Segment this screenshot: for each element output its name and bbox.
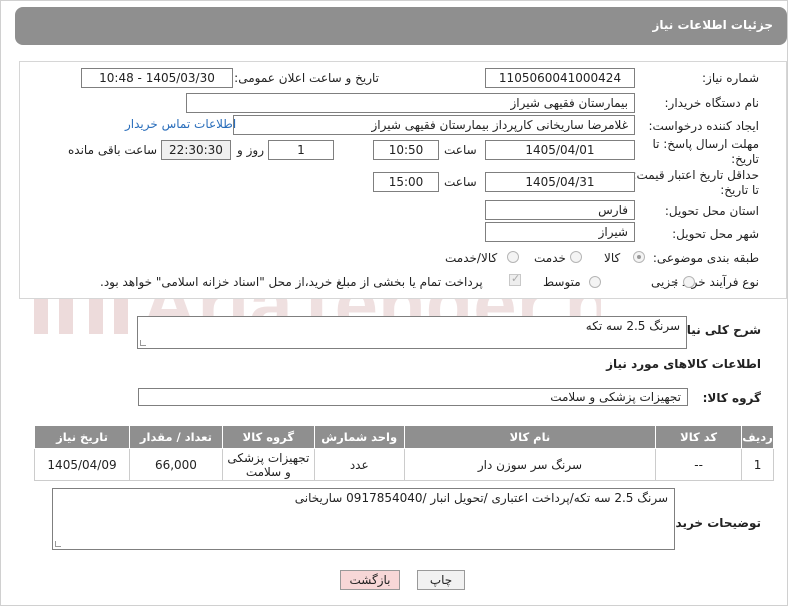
buyer-name-label: نام دستگاه خریدار: (664, 96, 760, 110)
deadline-days-label: روز و (237, 143, 264, 157)
need-number-field[interactable]: 1105060041000424 (485, 68, 635, 88)
category-radio-goods[interactable] (633, 251, 645, 263)
buyer-notes-field[interactable]: سرنگ 2.5 سه تکه/پرداخت اعتباری /تحویل ان… (52, 488, 675, 550)
page-title: جزئیات اطلاعات نیاز (652, 18, 773, 32)
need-description-label: شرح کلی نیاز: (675, 323, 761, 337)
cell-group: تجهیزات پزشکی و سلامت (221, 448, 315, 481)
treasury-payment-note: پرداخت تمام یا بخشی از مبلغ خرید،از محل … (100, 275, 483, 289)
buyer-name-field[interactable]: بیمارستان فقیهی شیراز (186, 93, 635, 113)
category-option-goods-service: کالا/خدمت (445, 251, 498, 265)
price-validity-time-field[interactable]: 15:00 (373, 172, 439, 192)
category-option-goods: کالا (604, 251, 621, 265)
col-header-date: تاریخ نیاز (33, 425, 131, 449)
back-button[interactable]: بازگشت (340, 570, 400, 590)
cell-row: 1 (741, 448, 774, 481)
page-frame: جزئیات اطلاعات نیاز AriaTender.neT شماره… (0, 0, 788, 606)
deadline-time-label: ساعت (444, 143, 477, 157)
deadline-date-field[interactable]: 1405/04/01 (485, 140, 635, 160)
col-header-qty: تعداد / مقدار (129, 425, 223, 449)
process-radio-minor[interactable] (683, 276, 695, 288)
buyer-contact-link[interactable]: اطلاعات تماس خریدار (125, 117, 236, 131)
deadline-days-field[interactable]: 1 (268, 140, 334, 160)
col-header-unit: واحد شمارش (313, 425, 405, 449)
price-validity-label-line2: تا تاریخ: (720, 183, 759, 197)
col-header-name: نام کالا (403, 425, 657, 449)
cell-qty: 66,000 (129, 448, 223, 481)
need-description-field[interactable]: سرنگ 2.5 سه تکه (137, 316, 687, 349)
creator-label: ایجاد کننده درخواست: (648, 119, 759, 133)
announce-date-field[interactable]: 1405/03/30 - 10:48 (81, 68, 233, 88)
cell-date: 1405/04/09 (33, 448, 131, 481)
category-option-service: خدمت (534, 251, 566, 265)
category-radio-goods-service[interactable] (507, 251, 519, 263)
need-description-text: سرنگ 2.5 سه تکه (585, 319, 680, 333)
creator-field[interactable]: غلامرضا ساریخانی کارپرداز بیمارستان فقیه… (233, 115, 635, 135)
province-field[interactable]: فارس (485, 200, 635, 220)
cell-code: -- (655, 448, 743, 481)
category-radio-service[interactable] (570, 251, 582, 263)
need-number-label: شماره نیاز: (702, 71, 759, 85)
goods-info-title: اطلاعات کالاهای مورد نیاز (606, 357, 761, 371)
deadline-time-field[interactable]: 10:50 (373, 140, 439, 160)
province-label: استان محل تحویل: (664, 204, 759, 218)
announce-date-label: تاریخ و ساعت اعلان عمومی: (234, 71, 379, 85)
goods-table: ردیف کد کالا نام کالا واحد شمارش گروه کا… (33, 425, 774, 481)
remaining-time-field: 22:30:30 (161, 140, 231, 160)
category-label: طبقه بندی موضوعی: (652, 251, 759, 265)
col-header-row: ردیف (741, 425, 774, 449)
goods-group-label: گروه کالا: (702, 391, 761, 405)
price-validity-label-line1: حداقل تاریخ اعتبار قیمت: (632, 168, 759, 182)
cell-unit: عدد (313, 448, 405, 481)
remaining-time-label: ساعت باقی مانده (68, 143, 158, 157)
print-button[interactable]: چاپ (417, 570, 465, 590)
process-option-minor: جزیی (651, 275, 679, 289)
col-header-group: گروه کالا (221, 425, 315, 449)
city-field[interactable]: شیراز (485, 222, 635, 242)
process-option-medium: متوسط (543, 275, 581, 289)
price-validity-time-label: ساعت (444, 175, 477, 189)
deadline-label-line1: مهلت ارسال پاسخ: تا (652, 137, 759, 151)
cell-name: سرنگ سر سوزن دار (403, 448, 657, 481)
price-validity-date-field[interactable]: 1405/04/31 (485, 172, 635, 192)
process-radio-medium[interactable] (589, 276, 601, 288)
table-row[interactable]: 1 -- سرنگ سر سوزن دار عدد تجهیزات پزشکی … (33, 448, 774, 481)
treasury-payment-checkbox[interactable] (509, 272, 521, 286)
resize-grip-icon[interactable] (55, 541, 61, 547)
resize-grip-icon[interactable] (140, 340, 146, 346)
buyer-notes-text: سرنگ 2.5 سه تکه/پرداخت اعتباری /تحویل ان… (294, 491, 668, 505)
city-label: شهر محل تحویل: (672, 227, 759, 241)
col-header-code: کد کالا (655, 425, 743, 449)
deadline-label-line2: تاریخ: (731, 152, 759, 166)
goods-group-field[interactable]: تجهیزات پزشکی و سلامت (138, 388, 688, 406)
goods-table-header: ردیف کد کالا نام کالا واحد شمارش گروه کا… (33, 425, 774, 449)
page-header: جزئیات اطلاعات نیاز (15, 7, 787, 45)
